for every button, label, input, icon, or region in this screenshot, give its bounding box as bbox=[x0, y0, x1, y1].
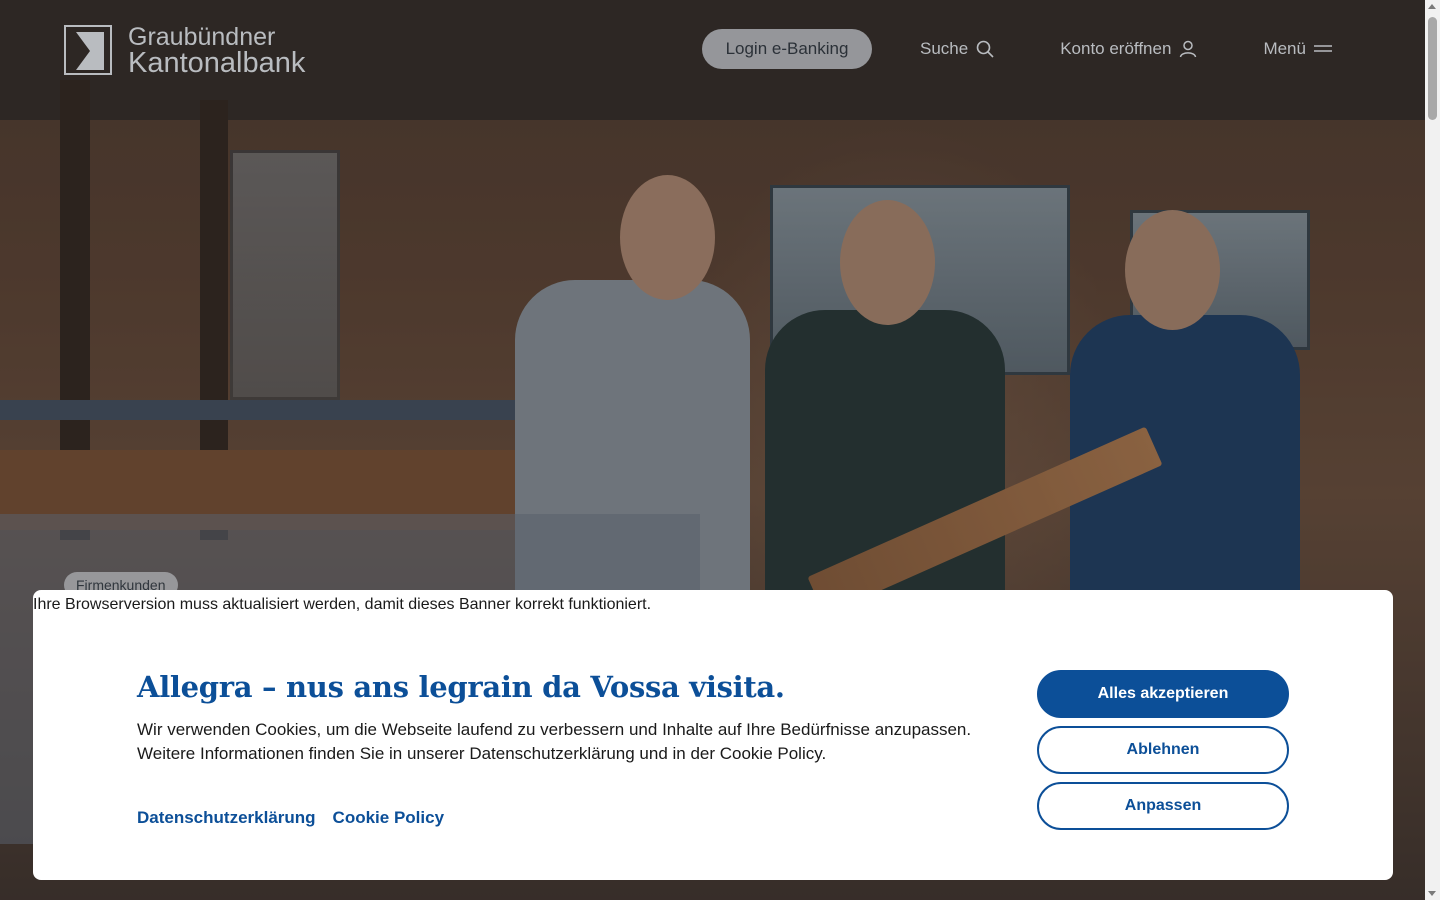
open-account-button[interactable]: Konto eröffnen bbox=[1060, 39, 1197, 59]
scroll-thumb[interactable] bbox=[1428, 17, 1437, 120]
page-scrollbar[interactable] bbox=[1425, 0, 1440, 900]
scroll-up-arrow-icon[interactable] bbox=[1428, 4, 1436, 9]
search-label: Suche bbox=[920, 39, 969, 58]
menu-label: Menü bbox=[1263, 39, 1306, 58]
logo-wordmark: Graubündner Kantonalbank bbox=[128, 24, 306, 79]
cookie-actions: Alles akzeptieren Ablehnen Anpassen bbox=[1037, 670, 1289, 838]
customize-button[interactable]: Anpassen bbox=[1037, 782, 1289, 830]
scroll-down-arrow-icon[interactable] bbox=[1428, 891, 1436, 896]
hamburger-icon bbox=[1313, 45, 1332, 52]
browser-update-notice: Ihre Browserversion muss aktualisiert we… bbox=[33, 596, 652, 613]
cookie-text-line-1: Wir verwenden Cookies, um die Webseite l… bbox=[137, 720, 972, 739]
menu-button[interactable]: Menü bbox=[1263, 39, 1332, 59]
cookie-text-line-2: Weitere Informationen finden Sie in unse… bbox=[137, 744, 827, 763]
cookie-links: Datenschutzerklärung Cookie Policy bbox=[137, 808, 461, 828]
main-nav: Login e-Banking Suche Konto eröffnen Men… bbox=[702, 29, 1332, 69]
search-icon bbox=[976, 40, 994, 58]
login-ebanking-button[interactable]: Login e-Banking bbox=[702, 29, 872, 69]
accept-all-button[interactable]: Alles akzeptieren bbox=[1037, 670, 1289, 718]
bank-logo[interactable]: Graubündner Kantonalbank bbox=[64, 24, 306, 79]
user-icon bbox=[1180, 40, 1197, 58]
reject-button[interactable]: Ablehnen bbox=[1037, 726, 1289, 774]
logo-mark-icon bbox=[64, 25, 112, 75]
privacy-policy-link[interactable]: Datenschutzerklärung bbox=[137, 808, 316, 828]
cookie-banner-title: Allegra – nus ans legrain da Vossa visit… bbox=[137, 670, 785, 704]
cookie-banner-text: Wir verwenden Cookies, um die Webseite l… bbox=[137, 718, 997, 766]
search-button[interactable]: Suche bbox=[920, 39, 994, 59]
logo-line-2: Kantonalbank bbox=[128, 47, 306, 79]
open-account-label: Konto eröffnen bbox=[1060, 39, 1172, 58]
cookie-policy-link[interactable]: Cookie Policy bbox=[333, 808, 444, 828]
cookie-banner: Ihre Browserversion muss aktualisiert we… bbox=[33, 590, 1393, 880]
